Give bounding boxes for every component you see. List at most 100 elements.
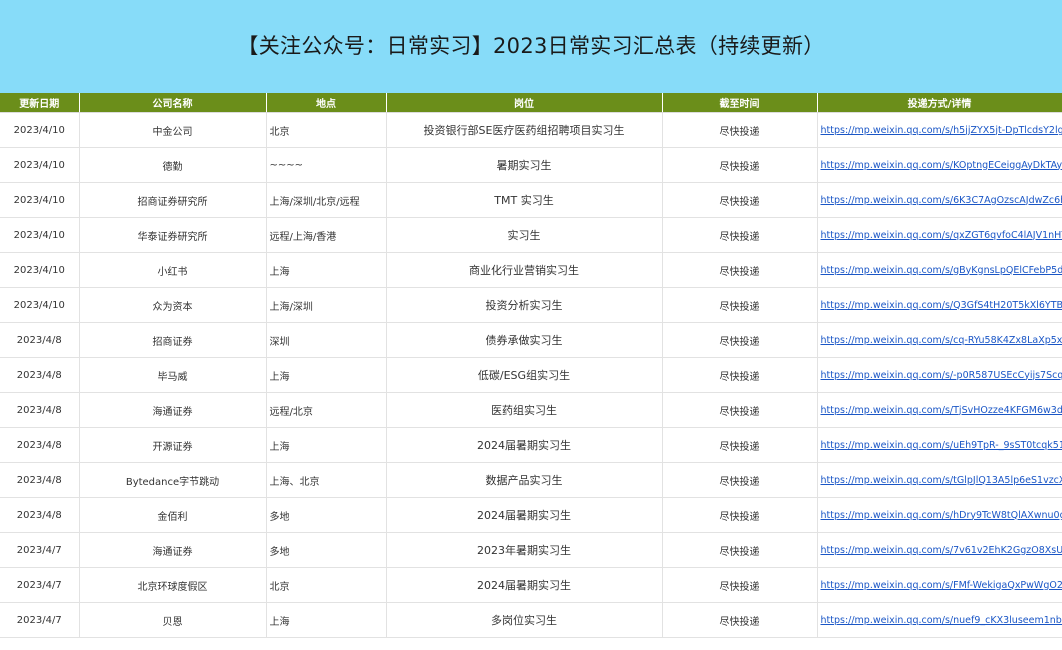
cell-date[interactable]: 2023/4/10 bbox=[0, 217, 80, 253]
cell-deadline[interactable]: 尽快投递 bbox=[662, 182, 818, 218]
detail-link[interactable]: https://mp.weixin.qq.com/s/gByKgnsLpQElC… bbox=[821, 265, 1062, 276]
cell-position[interactable]: 2024届暑期实习生 bbox=[386, 427, 663, 463]
column-header-link[interactable]: 投递方式/详情 bbox=[817, 93, 1062, 113]
cell-company[interactable]: 中金公司 bbox=[79, 112, 267, 148]
cell-deadline[interactable]: 尽快投递 bbox=[662, 462, 818, 498]
cell-deadline[interactable]: 尽快投递 bbox=[662, 322, 818, 358]
cell-location[interactable]: 上海 bbox=[266, 427, 387, 463]
detail-link[interactable]: https://mp.weixin.qq.com/s/Q3GfS4tH20T5k… bbox=[821, 300, 1062, 311]
cell-deadline[interactable]: 尽快投递 bbox=[662, 567, 818, 603]
cell-date[interactable]: 2023/4/7 bbox=[0, 567, 80, 603]
cell-location[interactable]: 上海/深圳 bbox=[266, 287, 387, 323]
cell-position[interactable]: 2023年暑期实习生 bbox=[386, 532, 663, 568]
cell-location[interactable]: 深圳 bbox=[266, 322, 387, 358]
cell-date[interactable]: 2023/4/10 bbox=[0, 287, 80, 323]
detail-link[interactable]: https://mp.weixin.qq.com/s/qxZGT6qvfoC4l… bbox=[821, 230, 1062, 241]
cell-position[interactable]: 低碳/ESG组实习生 bbox=[386, 357, 663, 393]
cell-position[interactable]: 2024届暑期实习生 bbox=[386, 497, 663, 533]
cell-position[interactable]: 2024届暑期实习生 bbox=[386, 567, 663, 603]
detail-link[interactable]: https://mp.weixin.qq.com/s/TjSvHOzze4KFG… bbox=[821, 405, 1062, 416]
cell-company[interactable]: 金佰利 bbox=[79, 497, 267, 533]
cell-company[interactable]: 毕马威 bbox=[79, 357, 267, 393]
cell-company[interactable]: Bytedance字节跳动 bbox=[79, 462, 267, 498]
cell-date[interactable]: 2023/4/7 bbox=[0, 532, 80, 568]
cell-company[interactable]: 招商证券 bbox=[79, 322, 267, 358]
cell-position[interactable]: 商业化行业营销实习生 bbox=[386, 252, 663, 288]
detail-link[interactable]: https://mp.weixin.qq.com/s/uEh9TpR-_9sST… bbox=[821, 440, 1062, 451]
cell-deadline[interactable]: 尽快投递 bbox=[662, 427, 818, 463]
cell-date[interactable]: 2023/4/8 bbox=[0, 322, 80, 358]
column-header-company[interactable]: 公司名称 bbox=[79, 93, 267, 113]
detail-link[interactable]: https://mp.weixin.qq.com/s/KOptngECeiggA… bbox=[821, 160, 1062, 171]
cell-location[interactable]: 多地 bbox=[266, 532, 387, 568]
cell-location[interactable]: 上海 bbox=[266, 252, 387, 288]
table-row: 2023/4/10 华泰证券研究所 远程/上海/香港 实习生 尽快投递 https://m… bbox=[0, 217, 1062, 253]
cell-position[interactable]: 投资银行部SE医疗医药组招聘项目实习生 bbox=[386, 112, 663, 148]
cell-deadline[interactable]: 尽快投递 bbox=[662, 252, 818, 288]
cell-position[interactable]: 债券承做实习生 bbox=[386, 322, 663, 358]
cell-position[interactable]: 投资分析实习生 bbox=[386, 287, 663, 323]
detail-link[interactable]: https://mp.weixin.qq.com/s/hDry9TcW8tQlA… bbox=[821, 510, 1062, 521]
column-header-date[interactable]: 更新日期 bbox=[0, 93, 80, 113]
cell-location[interactable]: 上海、北京 bbox=[266, 462, 387, 498]
cell-date[interactable]: 2023/4/8 bbox=[0, 357, 80, 393]
cell-company[interactable]: 开源证券 bbox=[79, 427, 267, 463]
detail-link[interactable]: https://mp.weixin.qq.com/s/cq-RYu58K4Zx8… bbox=[821, 335, 1062, 346]
cell-deadline[interactable]: 尽快投递 bbox=[662, 147, 818, 183]
cell-deadline[interactable]: 尽快投递 bbox=[662, 287, 818, 323]
cell-date[interactable]: 2023/4/10 bbox=[0, 112, 80, 148]
cell-position[interactable]: 数据产品实习生 bbox=[386, 462, 663, 498]
cell-date[interactable]: 2023/4/8 bbox=[0, 497, 80, 533]
cell-location[interactable]: 远程/北京 bbox=[266, 392, 387, 428]
cell-company[interactable]: 华泰证券研究所 bbox=[79, 217, 267, 253]
cell-deadline[interactable]: 尽快投递 bbox=[662, 532, 818, 568]
cell-deadline[interactable]: 尽快投递 bbox=[662, 217, 818, 253]
cell-date[interactable]: 2023/4/10 bbox=[0, 147, 80, 183]
cell-company[interactable]: 德勤 bbox=[79, 147, 267, 183]
cell-company[interactable]: 小红书 bbox=[79, 252, 267, 288]
cell-location[interactable]: 北京 bbox=[266, 567, 387, 603]
cell-company[interactable]: 招商证券研究所 bbox=[79, 182, 267, 218]
cell-date[interactable]: 2023/4/10 bbox=[0, 252, 80, 288]
cell-link: https://mp.weixin.qq.com/s/-p0R587USEcCy… bbox=[817, 357, 1062, 393]
cell-location[interactable]: 远程/上海/香港 bbox=[266, 217, 387, 253]
cell-deadline[interactable]: 尽快投递 bbox=[662, 497, 818, 533]
cell-company[interactable]: 海通证券 bbox=[79, 532, 267, 568]
detail-link[interactable]: https://mp.weixin.qq.com/s/h5jjZYX5jt-Dp… bbox=[821, 125, 1062, 136]
cell-location[interactable]: 上海 bbox=[266, 602, 387, 638]
cell-company[interactable]: 北京环球度假区 bbox=[79, 567, 267, 603]
cell-location[interactable]: 北京 bbox=[266, 112, 387, 148]
detail-link[interactable]: https://mp.weixin.qq.com/s/-p0R587USEcCy… bbox=[821, 370, 1062, 381]
column-header-location[interactable]: 地点 bbox=[266, 93, 387, 113]
detail-link[interactable]: https://mp.weixin.qq.com/s/6K3C7AgOzscAJ… bbox=[821, 195, 1062, 206]
cell-deadline[interactable]: 尽快投递 bbox=[662, 112, 818, 148]
cell-company[interactable]: 众为资本 bbox=[79, 287, 267, 323]
cell-date[interactable]: 2023/4/8 bbox=[0, 427, 80, 463]
cell-deadline[interactable]: 尽快投递 bbox=[662, 392, 818, 428]
cell-position[interactable]: TMT 实习生 bbox=[386, 182, 663, 218]
cell-date[interactable]: 2023/4/10 bbox=[0, 182, 80, 218]
detail-link[interactable]: https://mp.weixin.qq.com/s/FMf-WekigaQxP… bbox=[821, 580, 1062, 591]
cell-location[interactable]: ~~~~ bbox=[266, 147, 387, 183]
cell-link: https://mp.weixin.qq.com/s/Q3GfS4tH20T5k… bbox=[817, 287, 1062, 323]
cell-deadline[interactable]: 尽快投递 bbox=[662, 602, 818, 638]
column-header-deadline[interactable]: 截至时间 bbox=[662, 93, 818, 113]
cell-location[interactable]: 多地 bbox=[266, 497, 387, 533]
cell-date[interactable]: 2023/4/8 bbox=[0, 392, 80, 428]
cell-position[interactable]: 暑期实习生 bbox=[386, 147, 663, 183]
cell-location[interactable]: 上海 bbox=[266, 357, 387, 393]
detail-link[interactable]: https://mp.weixin.qq.com/s/tGlpJlQ13A5lp… bbox=[821, 475, 1062, 486]
cell-deadline[interactable]: 尽快投递 bbox=[662, 357, 818, 393]
cell-position[interactable]: 实习生 bbox=[386, 217, 663, 253]
cell-company[interactable]: 贝恩 bbox=[79, 602, 267, 638]
cell-date[interactable]: 2023/4/8 bbox=[0, 462, 80, 498]
cell-date[interactable]: 2023/4/7 bbox=[0, 602, 80, 638]
cell-company[interactable]: 海通证券 bbox=[79, 392, 267, 428]
detail-link[interactable]: https://mp.weixin.qq.com/s/7v61v2EhK2Ggz… bbox=[821, 545, 1062, 556]
cell-position[interactable]: 医药组实习生 bbox=[386, 392, 663, 428]
table-row: 2023/4/10 招商证券研究所 上海/深圳/北京/远程 TMT 实习生 尽快投递 ht… bbox=[0, 182, 1062, 218]
detail-link[interactable]: https://mp.weixin.qq.com/s/nuef9_cKX3lus… bbox=[821, 615, 1062, 626]
cell-location[interactable]: 上海/深圳/北京/远程 bbox=[266, 182, 387, 218]
column-header-position[interactable]: 岗位 bbox=[386, 93, 663, 113]
cell-position[interactable]: 多岗位实习生 bbox=[386, 602, 663, 638]
